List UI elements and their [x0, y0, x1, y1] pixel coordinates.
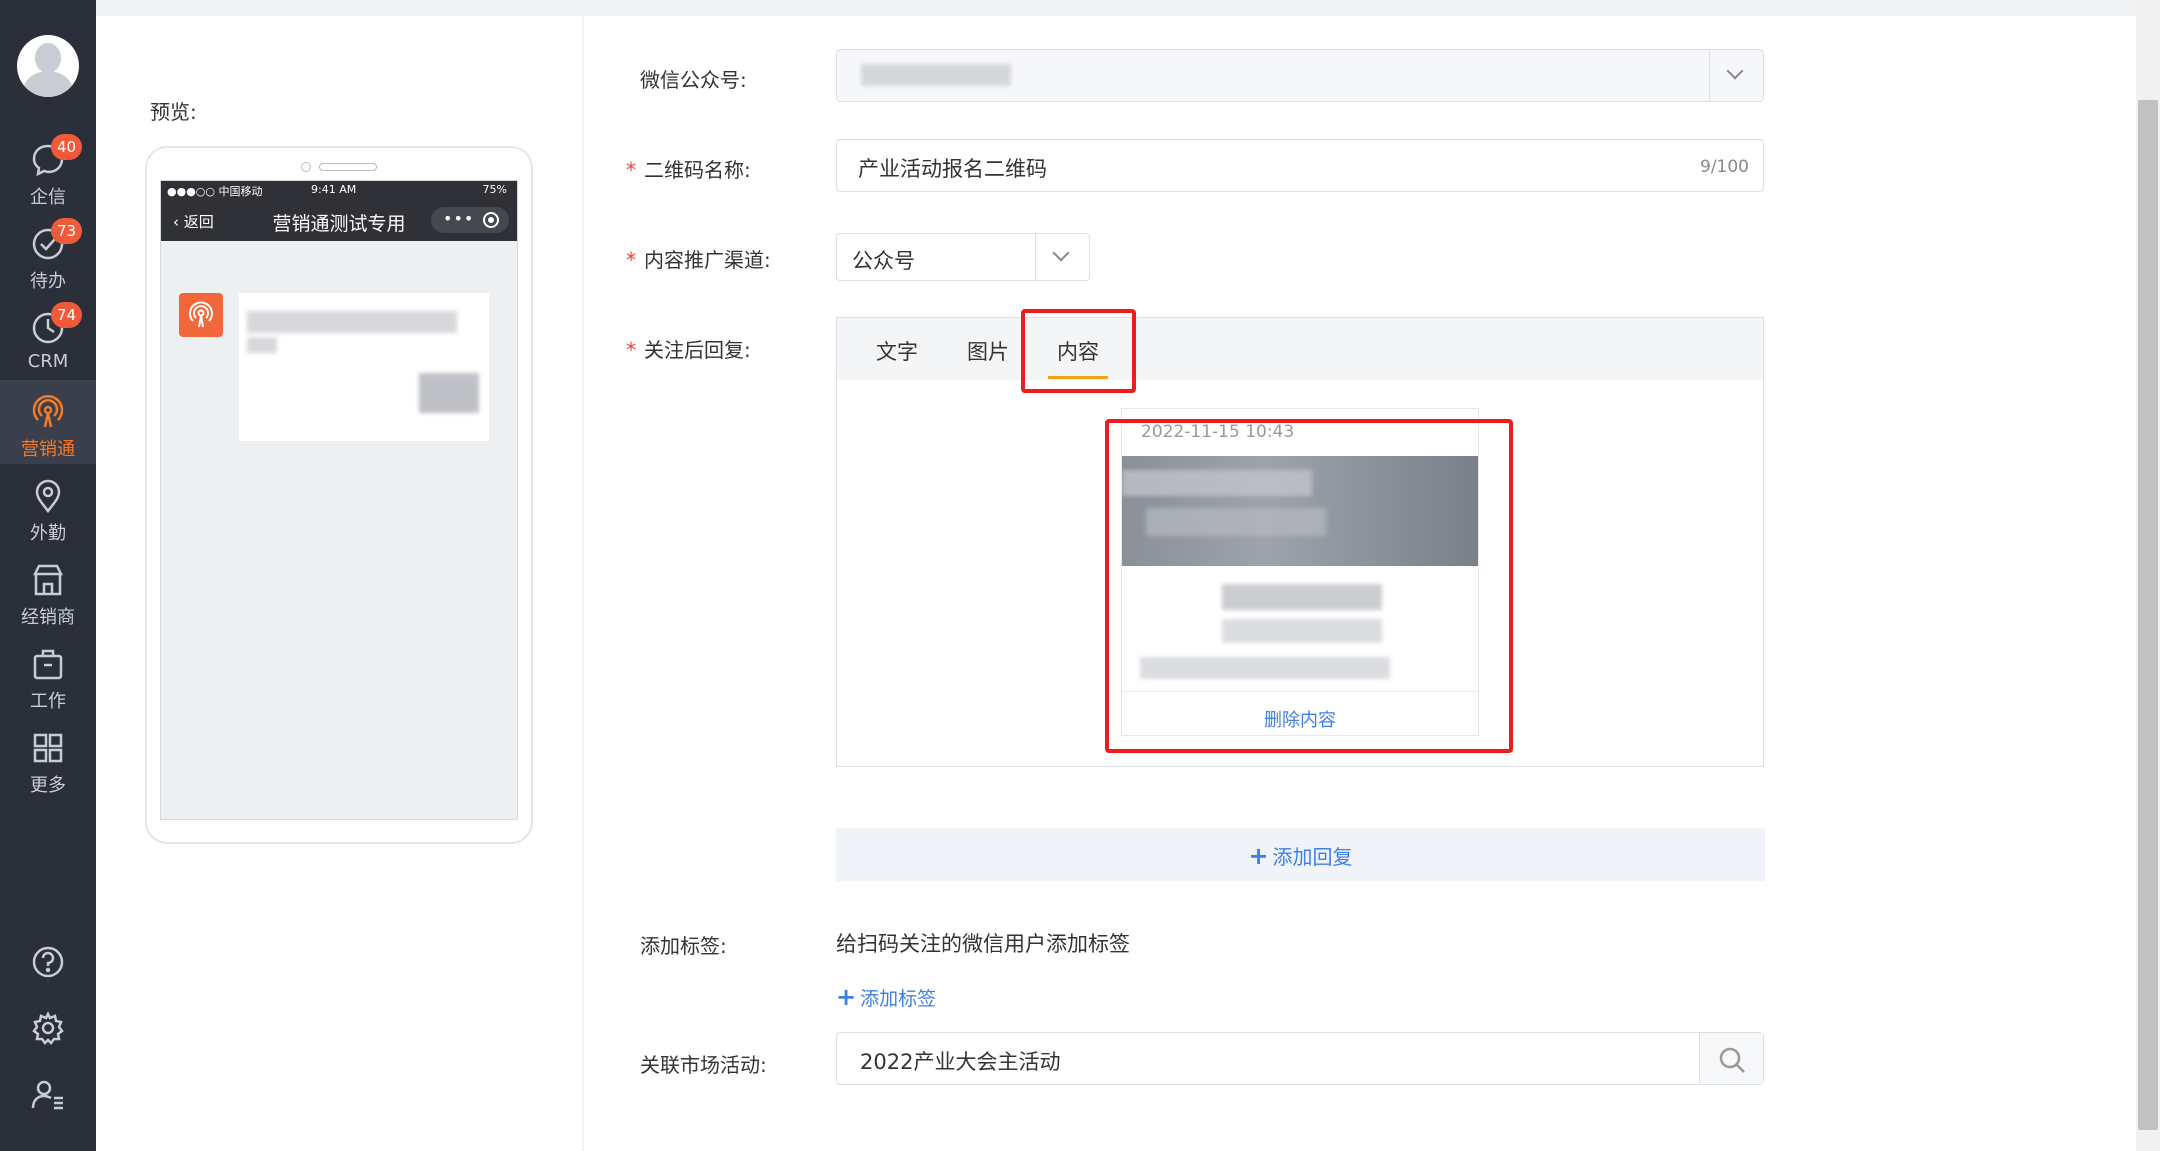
sidebar-item-crm[interactable]: 74 CRM	[0, 296, 96, 380]
qr-name-input[interactable]: 产业活动报名二维码 9/100	[836, 139, 1764, 192]
battery-text: 75%	[482, 183, 507, 196]
reply-tabs: 文字 图片 内容	[837, 318, 1763, 380]
carrier-text: ●●●○○ 中国移动	[167, 185, 263, 198]
sidebar-item-work[interactable]: 工作	[0, 632, 96, 716]
settings-icon[interactable]	[30, 1010, 66, 1046]
highlight-tab-box	[1021, 309, 1136, 393]
help-icon[interactable]	[30, 944, 66, 980]
qr-name-value: 产业活动报名二维码	[858, 157, 1047, 181]
sidebar-item-qixin[interactable]: 40 企信	[0, 128, 96, 212]
briefcase-icon	[33, 649, 63, 680]
channel-select[interactable]: 公众号	[836, 233, 1090, 281]
sidebar-item-label: 外勤	[30, 523, 66, 544]
sidebar: 40 企信 73 待办 74 CRM 营销通 外勤 经销商 工作 更多	[0, 0, 96, 1151]
sidebar-item-label: 经销商	[21, 607, 75, 628]
wechat-account-label: 微信公众号:	[640, 68, 747, 92]
preview-label: 预览:	[150, 100, 197, 124]
chevron-down-icon	[1035, 234, 1089, 280]
avatar[interactable]	[17, 35, 79, 97]
reply-label: * 关注后回复:	[626, 338, 751, 362]
user-settings-icon[interactable]	[30, 1076, 66, 1112]
search-icon	[1719, 1047, 1745, 1073]
phone-preview: ●●●○○ 中国移动 9:41 AM 75% ‹ 返回 营销通测试专用 •••	[145, 146, 533, 844]
plus-icon: +	[1248, 842, 1269, 870]
sidebar-item-label: 营销通	[21, 439, 75, 460]
sidebar-item-label: 企信	[30, 187, 66, 208]
tab-text[interactable]: 文字	[876, 336, 918, 366]
unread-badge: 73	[51, 218, 83, 244]
add-tag-button[interactable]: + 添加标签	[836, 983, 936, 1011]
channel-label: * 内容推广渠道:	[626, 248, 771, 272]
sidebar-item-label: 工作	[30, 691, 66, 712]
message-bubble	[239, 293, 489, 441]
grid-icon	[33, 733, 63, 763]
sidebar-item-daiban[interactable]: 73 待办	[0, 212, 96, 296]
close-target-icon	[483, 212, 499, 228]
qr-name-label: * 二维码名称:	[626, 158, 751, 182]
phone-status-bar: ●●●○○ 中国移动 9:41 AM 75%	[161, 181, 517, 199]
activity-input[interactable]: 2022产业大会主活动	[836, 1032, 1764, 1085]
char-count: 9/100	[1700, 157, 1749, 177]
activity-label: 关联市场活动:	[640, 1053, 767, 1077]
sidebar-item-label: CRM	[27, 351, 69, 372]
phone-title-bar: ‹ 返回 营销通测试专用 •••	[161, 199, 517, 241]
add-reply-button[interactable]: + 添加回复	[836, 828, 1765, 881]
broadcast-icon	[32, 394, 64, 428]
time-text: 9:41 AM	[311, 183, 357, 196]
scrollbar-thumb[interactable]	[2138, 100, 2158, 1130]
phone-screen: ●●●○○ 中国移动 9:41 AM 75% ‹ 返回 营销通测试专用 •••	[160, 180, 518, 820]
tags-hint: 给扫码关注的微信用户添加标签	[836, 932, 1130, 956]
unread-badge: 74	[51, 302, 83, 328]
tags-label: 添加标签:	[640, 934, 727, 958]
sidebar-item-label: 更多	[30, 775, 66, 796]
wechat-account-select[interactable]	[836, 49, 1764, 102]
location-pin-icon	[35, 479, 61, 514]
unread-badge: 40	[51, 134, 83, 160]
miniprogram-capsule: •••	[431, 207, 509, 233]
store-icon	[32, 564, 64, 596]
sidebar-item-label: 待办	[30, 271, 66, 292]
channel-value: 公众号	[852, 249, 915, 273]
account-avatar	[179, 293, 223, 337]
plus-icon: +	[836, 983, 857, 1011]
scrollbar[interactable]	[2136, 0, 2160, 1151]
sidebar-item-more[interactable]: 更多	[0, 716, 96, 800]
activity-value: 2022产业大会主活动	[860, 1050, 1061, 1074]
highlight-card-box	[1105, 419, 1513, 753]
sidebar-item-field[interactable]: 外勤	[0, 464, 96, 548]
sidebar-item-dealer[interactable]: 经销商	[0, 548, 96, 632]
tab-image[interactable]: 图片	[967, 336, 1009, 366]
search-button[interactable]	[1699, 1033, 1763, 1084]
sidebar-item-marketing[interactable]: 营销通	[0, 380, 96, 464]
chevron-down-icon	[1709, 50, 1763, 101]
broadcast-icon	[189, 301, 213, 328]
top-bar	[96, 0, 2136, 16]
more-icon: •••	[443, 209, 475, 228]
